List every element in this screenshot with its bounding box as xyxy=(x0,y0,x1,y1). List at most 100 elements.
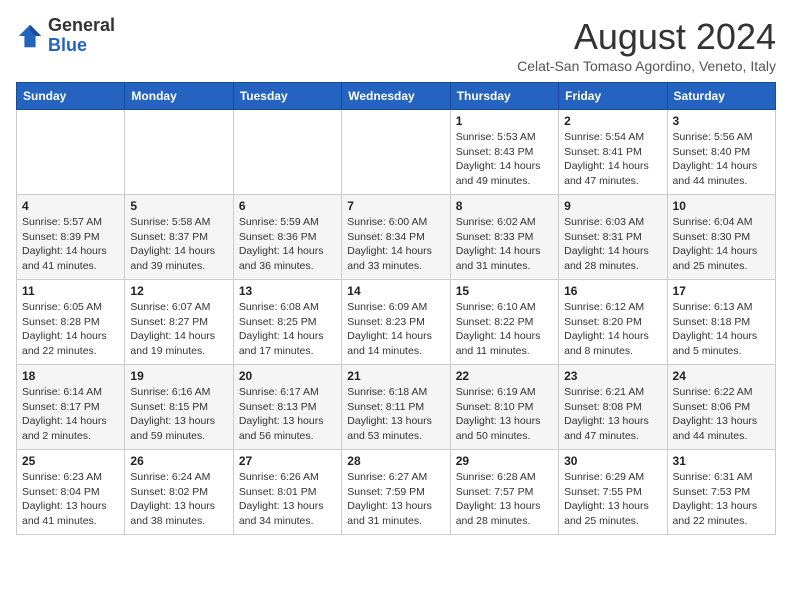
day-info: Sunrise: 6:04 AM Sunset: 8:30 PM Dayligh… xyxy=(673,215,770,274)
calendar-day-header: Saturday xyxy=(667,83,775,110)
day-info: Sunrise: 5:59 AM Sunset: 8:36 PM Dayligh… xyxy=(239,215,336,274)
day-number: 13 xyxy=(239,284,336,298)
day-number: 17 xyxy=(673,284,770,298)
calendar-cell: 28 Sunrise: 6:27 AM Sunset: 7:59 PM Dayli… xyxy=(342,450,450,535)
day-info: Sunrise: 6:27 AM Sunset: 7:59 PM Dayligh… xyxy=(347,470,444,529)
day-number: 8 xyxy=(456,199,553,213)
day-number: 5 xyxy=(130,199,227,213)
calendar-cell xyxy=(17,110,125,195)
calendar-cell xyxy=(342,110,450,195)
calendar-cell: 13Sunrise: 6:08 AM Sunset: 8:25 PM Dayli… xyxy=(233,280,341,365)
day-info: Sunrise: 6:14 AM Sunset: 8:17 PM Dayligh… xyxy=(22,385,119,444)
calendar-week-row: 18 Sunrise: 6:14 AM Sunset: 8:17 PM Dayli… xyxy=(17,365,776,450)
day-number: 29 xyxy=(456,454,553,468)
calendar-cell: 21 Sunrise: 6:18 AM Sunset: 8:11 PM Dayli… xyxy=(342,365,450,450)
calendar-cell: 8 Sunrise: 6:02 AM Sunset: 8:33 PM Daylig… xyxy=(450,195,558,280)
day-number: 30 xyxy=(564,454,661,468)
calendar-week-row: 1 Sunrise: 5:53 AM Sunset: 8:43 PM Daylig… xyxy=(17,110,776,195)
day-info: Sunrise: 6:28 AM Sunset: 7:57 PM Dayligh… xyxy=(456,470,553,529)
location-subtitle: Celat-San Tomaso Agordino, Veneto, Italy xyxy=(517,58,776,74)
calendar-cell: 6 Sunrise: 5:59 AM Sunset: 8:36 PM Daylig… xyxy=(233,195,341,280)
day-number: 28 xyxy=(347,454,444,468)
logo: General Blue xyxy=(16,16,115,56)
day-number: 19 xyxy=(130,369,227,383)
calendar-day-header: Monday xyxy=(125,83,233,110)
day-number: 2 xyxy=(564,114,661,128)
day-number: 12 xyxy=(130,284,227,298)
calendar-cell: 27Sunrise: 6:26 AM Sunset: 8:01 PM Dayli… xyxy=(233,450,341,535)
day-info: Sunrise: 6:02 AM Sunset: 8:33 PM Dayligh… xyxy=(456,215,553,274)
logo-general-text: General xyxy=(48,16,115,36)
calendar-cell: 24 Sunrise: 6:22 AM Sunset: 8:06 PM Dayli… xyxy=(667,365,775,450)
calendar-week-row: 11Sunrise: 6:05 AM Sunset: 8:28 PM Dayli… xyxy=(17,280,776,365)
calendar-cell: 20 Sunrise: 6:17 AM Sunset: 8:13 PM Dayli… xyxy=(233,365,341,450)
day-info: Sunrise: 5:56 AM Sunset: 8:40 PM Dayligh… xyxy=(673,130,770,189)
day-number: 6 xyxy=(239,199,336,213)
day-info: Sunrise: 6:22 AM Sunset: 8:06 PM Dayligh… xyxy=(673,385,770,444)
day-number: 18 xyxy=(22,369,119,383)
day-number: 22 xyxy=(456,369,553,383)
calendar-header-row: SundayMondayTuesdayWednesdayThursdayFrid… xyxy=(17,83,776,110)
calendar-day-header: Wednesday xyxy=(342,83,450,110)
calendar-cell: 5 Sunrise: 5:58 AM Sunset: 8:37 PM Daylig… xyxy=(125,195,233,280)
calendar-cell: 9 Sunrise: 6:03 AM Sunset: 8:31 PM Daylig… xyxy=(559,195,667,280)
day-number: 31 xyxy=(673,454,770,468)
day-info: Sunrise: 6:05 AM Sunset: 8:28 PM Dayligh… xyxy=(22,300,119,359)
calendar-cell: 22 Sunrise: 6:19 AM Sunset: 8:10 PM Dayli… xyxy=(450,365,558,450)
day-info: Sunrise: 6:00 AM Sunset: 8:34 PM Dayligh… xyxy=(347,215,444,274)
calendar-cell: 10 Sunrise: 6:04 AM Sunset: 8:30 PM Dayli… xyxy=(667,195,775,280)
calendar-table: SundayMondayTuesdayWednesdayThursdayFrid… xyxy=(16,82,776,535)
day-number: 1 xyxy=(456,114,553,128)
day-number: 10 xyxy=(673,199,770,213)
calendar-cell xyxy=(125,110,233,195)
calendar-cell: 16 Sunrise: 6:12 AM Sunset: 8:20 PM Dayli… xyxy=(559,280,667,365)
day-number: 24 xyxy=(673,369,770,383)
day-info: Sunrise: 6:24 AM Sunset: 8:02 PM Dayligh… xyxy=(130,470,227,529)
calendar-day-header: Tuesday xyxy=(233,83,341,110)
day-number: 26 xyxy=(130,454,227,468)
day-info: Sunrise: 6:29 AM Sunset: 7:55 PM Dayligh… xyxy=(564,470,661,529)
day-number: 15 xyxy=(456,284,553,298)
calendar-cell: 7Sunrise: 6:00 AM Sunset: 8:34 PM Daylig… xyxy=(342,195,450,280)
day-number: 20 xyxy=(239,369,336,383)
calendar-cell: 31 Sunrise: 6:31 AM Sunset: 7:53 PM Dayli… xyxy=(667,450,775,535)
day-number: 21 xyxy=(347,369,444,383)
day-info: Sunrise: 5:53 AM Sunset: 8:43 PM Dayligh… xyxy=(456,130,553,189)
calendar-cell: 11Sunrise: 6:05 AM Sunset: 8:28 PM Dayli… xyxy=(17,280,125,365)
day-info: Sunrise: 6:17 AM Sunset: 8:13 PM Dayligh… xyxy=(239,385,336,444)
calendar-cell: 29 Sunrise: 6:28 AM Sunset: 7:57 PM Dayli… xyxy=(450,450,558,535)
day-info: Sunrise: 6:19 AM Sunset: 8:10 PM Dayligh… xyxy=(456,385,553,444)
day-number: 9 xyxy=(564,199,661,213)
day-number: 4 xyxy=(22,199,119,213)
calendar-cell xyxy=(233,110,341,195)
day-info: Sunrise: 6:18 AM Sunset: 8:11 PM Dayligh… xyxy=(347,385,444,444)
calendar-cell: 15 Sunrise: 6:10 AM Sunset: 8:22 PM Dayli… xyxy=(450,280,558,365)
day-number: 27 xyxy=(239,454,336,468)
day-info: Sunrise: 6:31 AM Sunset: 7:53 PM Dayligh… xyxy=(673,470,770,529)
day-info: Sunrise: 6:09 AM Sunset: 8:23 PM Dayligh… xyxy=(347,300,444,359)
calendar-cell: 26 Sunrise: 6:24 AM Sunset: 8:02 PM Dayli… xyxy=(125,450,233,535)
day-info: Sunrise: 5:54 AM Sunset: 8:41 PM Dayligh… xyxy=(564,130,661,189)
day-info: Sunrise: 6:16 AM Sunset: 8:15 PM Dayligh… xyxy=(130,385,227,444)
calendar-cell: 17Sunrise: 6:13 AM Sunset: 8:18 PM Dayli… xyxy=(667,280,775,365)
day-number: 14 xyxy=(347,284,444,298)
day-info: Sunrise: 6:12 AM Sunset: 8:20 PM Dayligh… xyxy=(564,300,661,359)
calendar-week-row: 25Sunrise: 6:23 AM Sunset: 8:04 PM Dayli… xyxy=(17,450,776,535)
calendar-day-header: Thursday xyxy=(450,83,558,110)
logo-blue-text: Blue xyxy=(48,36,115,56)
calendar-cell: 12Sunrise: 6:07 AM Sunset: 8:27 PM Dayli… xyxy=(125,280,233,365)
day-info: Sunrise: 5:57 AM Sunset: 8:39 PM Dayligh… xyxy=(22,215,119,274)
calendar-day-header: Sunday xyxy=(17,83,125,110)
calendar-cell: 4 Sunrise: 5:57 AM Sunset: 8:39 PM Daylig… xyxy=(17,195,125,280)
day-info: Sunrise: 6:03 AM Sunset: 8:31 PM Dayligh… xyxy=(564,215,661,274)
calendar-cell: 1 Sunrise: 5:53 AM Sunset: 8:43 PM Daylig… xyxy=(450,110,558,195)
calendar-day-header: Friday xyxy=(559,83,667,110)
calendar-cell: 3Sunrise: 5:56 AM Sunset: 8:40 PM Daylig… xyxy=(667,110,775,195)
day-number: 23 xyxy=(564,369,661,383)
calendar-cell: 19 Sunrise: 6:16 AM Sunset: 8:15 PM Dayli… xyxy=(125,365,233,450)
calendar-cell: 18 Sunrise: 6:14 AM Sunset: 8:17 PM Dayli… xyxy=(17,365,125,450)
day-info: Sunrise: 6:10 AM Sunset: 8:22 PM Dayligh… xyxy=(456,300,553,359)
day-number: 16 xyxy=(564,284,661,298)
day-info: Sunrise: 5:58 AM Sunset: 8:37 PM Dayligh… xyxy=(130,215,227,274)
calendar-week-row: 4 Sunrise: 5:57 AM Sunset: 8:39 PM Daylig… xyxy=(17,195,776,280)
